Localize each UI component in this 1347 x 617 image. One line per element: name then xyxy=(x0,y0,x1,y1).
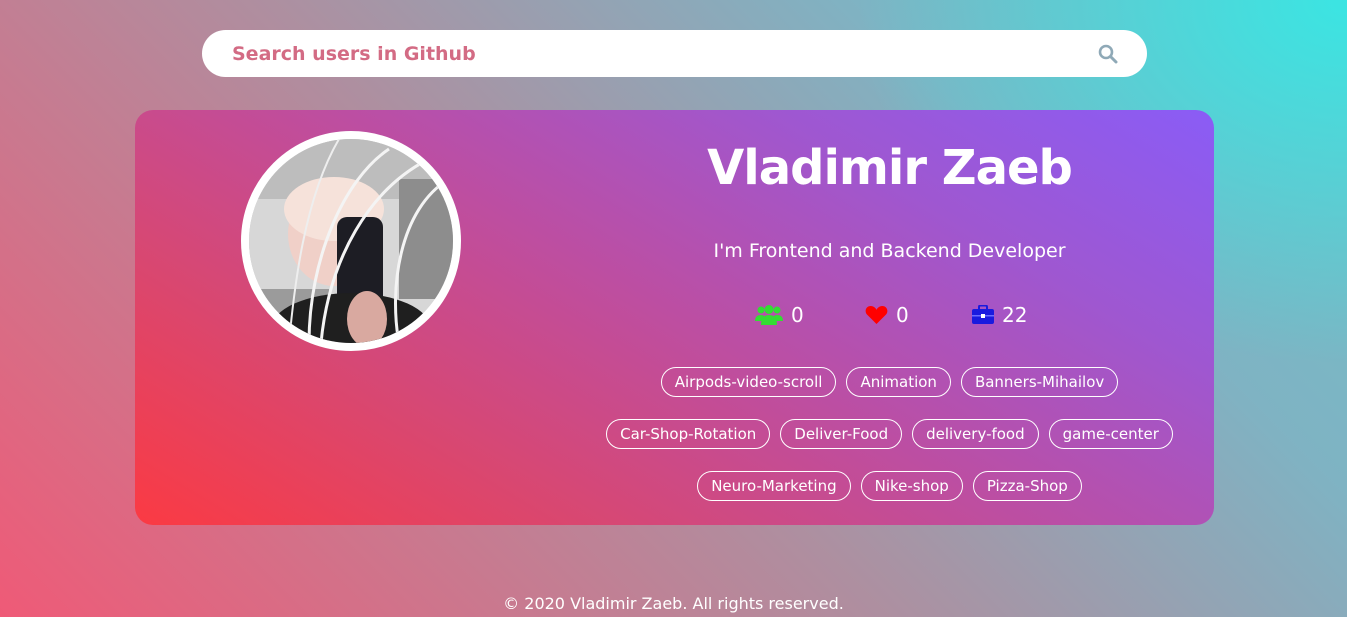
repo-tag[interactable]: Nike-shop xyxy=(860,471,963,501)
repo-tag[interactable]: Airpods-video-scroll xyxy=(660,367,837,397)
repo-tag[interactable]: Animation xyxy=(846,367,951,397)
followers-count: 0 xyxy=(791,303,804,327)
search-bar[interactable] xyxy=(202,30,1147,77)
followers-stat: 0 xyxy=(755,300,804,330)
search-input[interactable] xyxy=(232,30,1092,77)
repo-tag[interactable]: Car-Shop-Rotation xyxy=(606,419,771,449)
heart-icon xyxy=(865,305,888,325)
profile-bio: I'm Frontend and Backend Developer xyxy=(713,240,1066,262)
avatar xyxy=(241,131,461,351)
footer-copyright: © 2020 Vladimir Zaeb. All rights reserve… xyxy=(503,594,844,613)
repo-tag[interactable]: Banners-Mihailov xyxy=(960,367,1119,397)
likes-stat: 0 xyxy=(865,300,909,330)
search-icon[interactable] xyxy=(1098,44,1118,64)
repo-tag[interactable]: game-center xyxy=(1048,419,1173,449)
repo-tag[interactable]: Deliver-Food xyxy=(780,419,903,449)
users-icon xyxy=(755,305,783,325)
repos-stat: 22 xyxy=(972,300,1027,330)
likes-count: 0 xyxy=(896,303,909,327)
profile-card: Vladimir Zaeb I'm Frontend and Backend D… xyxy=(135,110,1214,525)
repository-list: Airpods-video-scroll Animation Banners-M… xyxy=(585,367,1194,501)
profile-name: Vladimir Zaeb xyxy=(707,140,1073,196)
repo-tag[interactable]: Neuro-Marketing xyxy=(697,471,851,501)
repos-count: 22 xyxy=(1002,303,1028,327)
repo-tag[interactable]: delivery-food xyxy=(912,419,1039,449)
briefcase-icon xyxy=(972,305,994,324)
repo-tag[interactable]: Pizza-Shop xyxy=(972,471,1082,501)
